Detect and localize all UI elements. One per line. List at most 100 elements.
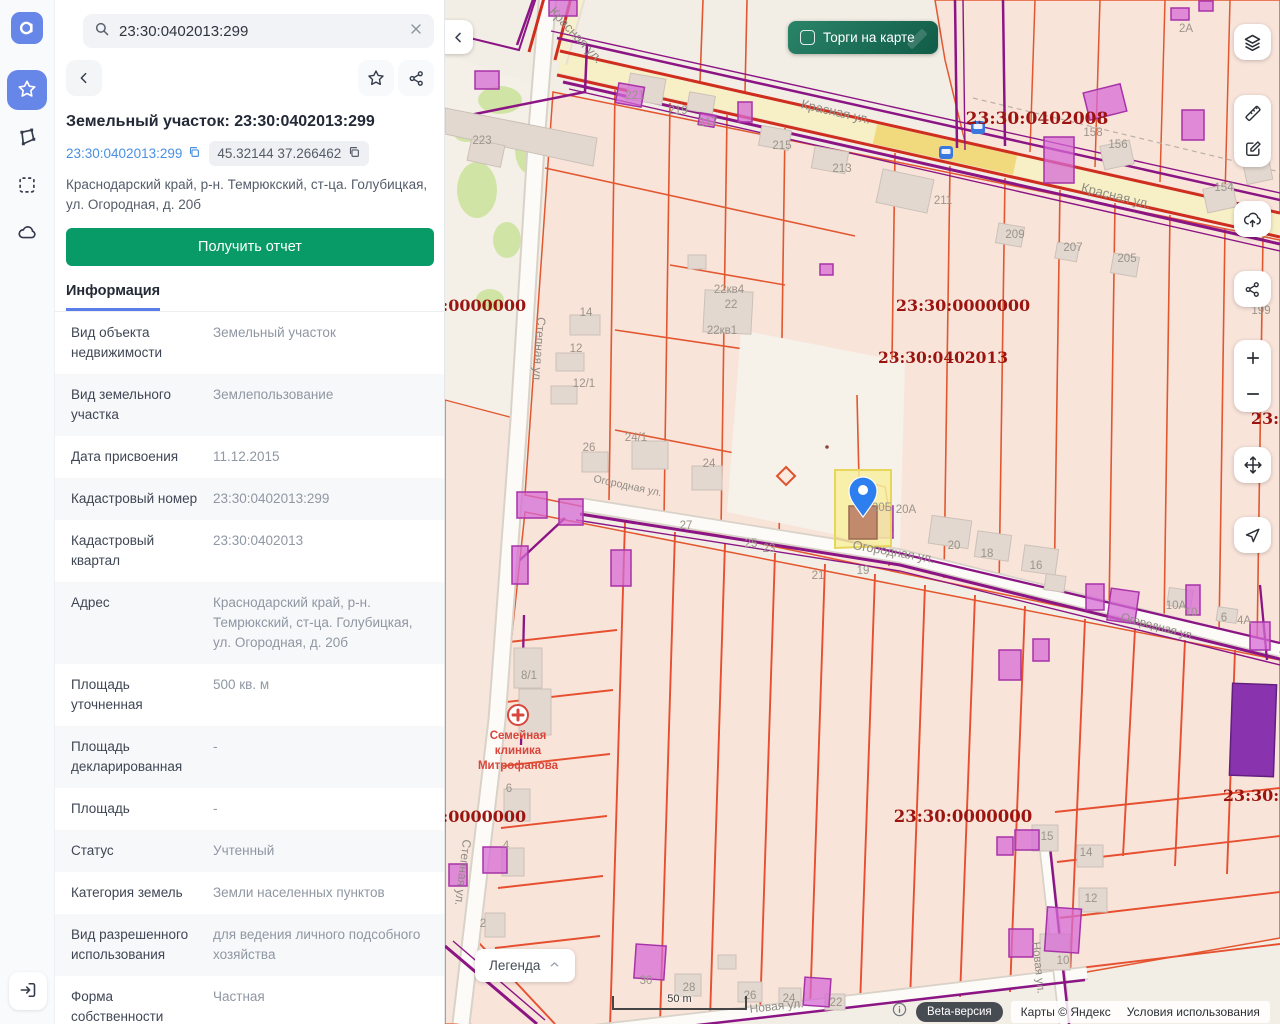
info-field-list: Вид объекта недвижимости Земельный участо…: [55, 312, 444, 1024]
q-label: 23:30:0000000: [445, 296, 526, 315]
p-label: 16: [1030, 560, 1043, 572]
info-row: Дата присвоения 11.12.2015: [55, 436, 444, 478]
info-row: Адрес Краснодарский край, р-н. Темрюкский…: [55, 582, 444, 664]
p-label: 12: [1085, 893, 1098, 905]
p-label: 22: [725, 299, 738, 311]
pan-button[interactable]: [1234, 447, 1271, 483]
p-label: 205: [1117, 253, 1136, 265]
cloud-upload-button[interactable]: [1234, 201, 1271, 237]
poi-label: клиника: [495, 745, 542, 757]
icon-rail: [0, 0, 55, 1024]
search-bar[interactable]: [83, 14, 434, 48]
tab-information[interactable]: Информация: [66, 283, 161, 311]
layers-button[interactable]: [1234, 24, 1271, 60]
field-label: Статус: [71, 843, 114, 858]
scale-label: 50 m: [667, 993, 692, 1005]
map-attribution: Карты © Яндекс: [1020, 1005, 1111, 1019]
app-root: Земельный участок: 23:30:0402013:299 23:…: [0, 0, 1280, 1024]
search-input[interactable]: [119, 22, 400, 40]
login-button[interactable]: [8, 972, 47, 1010]
measure-edit-control: [1234, 95, 1271, 167]
field-label: Дата присвоения: [71, 449, 179, 464]
terms-of-use-link[interactable]: Условия использования: [1127, 1005, 1260, 1019]
object-chips: 23:30:0402013:299 45.32144 37.266462: [66, 141, 433, 166]
copy-icon[interactable]: [187, 145, 201, 162]
share-button[interactable]: [398, 60, 434, 96]
p-label: 10: [1057, 955, 1070, 967]
legend-button[interactable]: Легенда: [475, 949, 576, 982]
coordinates-chip[interactable]: 45.32144 37.266462: [209, 141, 370, 166]
field-label: Кадастровый номер: [71, 491, 198, 506]
share-map-button[interactable]: [1234, 271, 1271, 307]
legend-label: Легенда: [489, 958, 541, 973]
share-map-control: [1234, 271, 1271, 307]
sidebar-item-favorites[interactable]: [7, 70, 47, 110]
p-label: 27: [680, 520, 693, 532]
field-value: для ведения личного подсобного хозяйства: [213, 927, 421, 962]
field-value: 11.12.2015: [213, 449, 280, 464]
clear-search-icon[interactable]: [408, 21, 424, 42]
field-label: Адрес: [71, 595, 110, 610]
p-label: 22: [830, 997, 843, 1009]
copy-icon[interactable]: [347, 145, 361, 162]
clinic-poi-icon[interactable]: [507, 704, 529, 726]
map-footer: Beta-версия Карты © Яндекс Условия испол…: [891, 1001, 1270, 1023]
gavel-icon: [902, 23, 932, 53]
p-label: 26: [583, 442, 596, 454]
object-address: Краснодарский край, р-н. Темрюкский, ст-…: [66, 177, 428, 212]
field-value: -: [213, 801, 218, 816]
info-icon[interactable]: [891, 1001, 908, 1023]
p-label: 22кв4: [714, 284, 745, 296]
object-header: [55, 60, 444, 96]
p-label: 6: [1221, 612, 1227, 624]
p-label: 12/1: [573, 378, 595, 390]
login-icon: [18, 980, 38, 1003]
ruler-button[interactable]: [1234, 95, 1271, 131]
q-label: 23:30:0402013: [878, 348, 1008, 367]
collapse-panel-button[interactable]: [445, 20, 473, 54]
field-value: Учтенный: [213, 843, 275, 858]
select-area-icon: [16, 174, 38, 199]
zoom-in-button[interactable]: [1234, 340, 1271, 376]
p-label: 15: [1041, 831, 1054, 843]
p-label: 2: [480, 918, 486, 930]
p-label: 207: [1063, 242, 1082, 254]
info-row: Вид объекта недвижимости Земельный участо…: [55, 312, 444, 374]
p-label: 219: [668, 105, 687, 117]
sidebar-item-cloud[interactable]: [7, 214, 47, 254]
p-label: 217: [698, 117, 717, 129]
map-area[interactable]: 223 221 219 217 215 213 211 209 207 205 158 156 154 1…: [445, 0, 1280, 1024]
info-row: Вид земельного участка Землепользование: [55, 374, 444, 436]
field-label: Кадастровый квартал: [71, 533, 155, 568]
sidebar-item-polygon-tool[interactable]: [7, 118, 47, 158]
cadastral-number-link[interactable]: 23:30:0402013:299: [66, 145, 201, 162]
back-button[interactable]: [66, 60, 102, 96]
favorite-button[interactable]: [358, 60, 394, 96]
object-title: Земельный участок: 23:30:0402013:299: [66, 113, 375, 130]
field-value: 23:30:0402013: [213, 533, 304, 548]
app-logo-icon[interactable]: [11, 12, 43, 44]
p-label: 23: [763, 543, 776, 555]
chevron-up-icon: [548, 958, 561, 974]
info-row: Кадастровый квартал 23:30:0402013: [55, 520, 444, 582]
auctions-on-map-toggle[interactable]: Торги на карте: [788, 21, 938, 54]
field-value: Земли населенных пунктов: [213, 885, 385, 900]
p-label: 10А: [1166, 600, 1187, 612]
get-report-button[interactable]: Получить отчет: [66, 228, 434, 266]
zoom-out-button[interactable]: [1234, 376, 1271, 412]
edit-button[interactable]: [1234, 131, 1271, 167]
p-label: 20А: [896, 504, 917, 516]
p-label: 8/1: [521, 670, 537, 682]
field-value: Землепользование: [213, 387, 334, 402]
p-label: 14: [580, 307, 593, 319]
sidebar-item-area-select[interactable]: [7, 166, 47, 206]
p-label: 215: [772, 140, 791, 152]
locate-me-button[interactable]: [1234, 517, 1271, 553]
auction-checkbox[interactable]: [800, 30, 815, 45]
p-label: 211: [934, 195, 952, 207]
info-row: Площадь -: [55, 788, 444, 830]
p-label: 221: [625, 90, 644, 102]
field-label: Площадь уточненная: [71, 677, 143, 712]
p-label: 18: [981, 548, 994, 560]
star-icon: [16, 78, 38, 103]
